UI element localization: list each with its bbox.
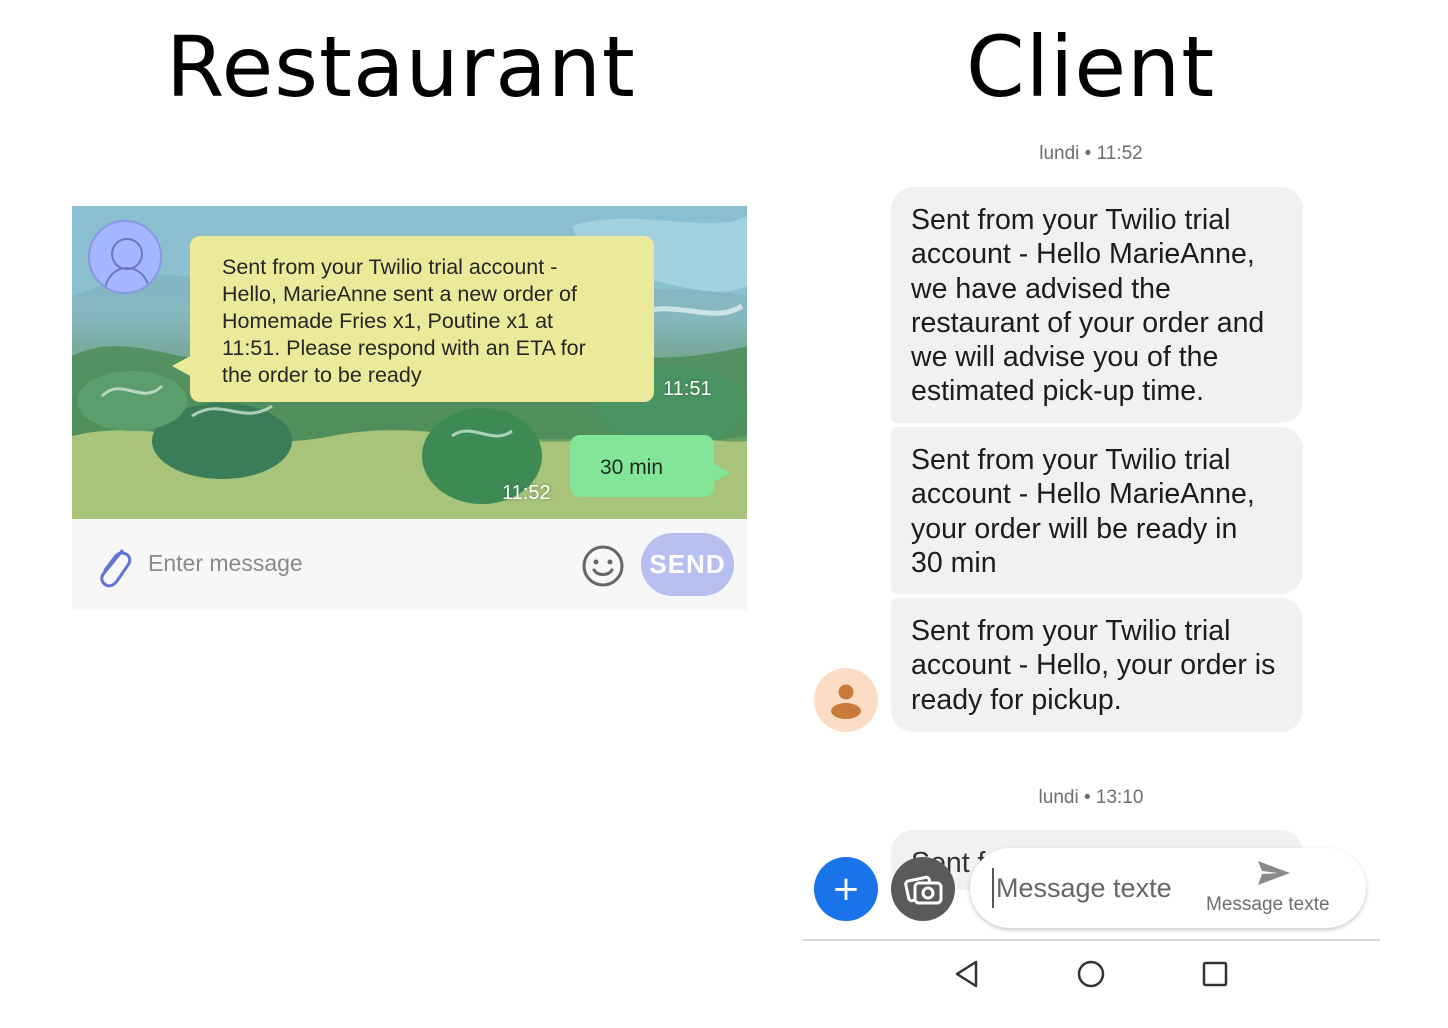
client-compose-bar: + Message texte	[802, 846, 1380, 938]
bubble-tail	[172, 354, 194, 378]
message-line: Sent from your Twilio trial	[911, 615, 1231, 647]
android-navigation-bar	[802, 939, 1380, 1009]
incoming-message-bubble[interactable]: Sent from your Twilio trial account - He…	[172, 236, 654, 402]
message-line: your order will be ready in	[911, 512, 1238, 545]
camera-gallery-button[interactable]	[891, 857, 955, 921]
outgoing-message-bubble[interactable]: 30 min	[570, 435, 730, 497]
date-separator: lundi • 13:10	[1038, 787, 1144, 808]
message-line: ready for pickup.	[911, 683, 1122, 716]
smiley-icon[interactable]	[580, 543, 626, 589]
message-line: we will advise you of the	[911, 341, 1219, 374]
restaurant-input-bar: SEND	[72, 519, 747, 610]
client-message-bubble[interactable]: Sent from your Twilio trial account - He…	[891, 427, 1303, 594]
back-triangle-icon[interactable]	[952, 959, 982, 989]
message-line: account - Hello, your order is	[911, 649, 1276, 682]
message-field-container: Message texte	[970, 848, 1366, 928]
message-text-input[interactable]	[992, 868, 1192, 908]
restaurant-chat-panel: Sent from your Twilio trial account - He…	[72, 206, 747, 610]
plus-icon: +	[831, 869, 861, 909]
restaurant-chat-area: Sent from your Twilio trial account - He…	[72, 206, 747, 519]
send-button[interactable]: SEND	[641, 533, 734, 596]
date-separator: lundi • 11:52	[1039, 143, 1143, 164]
message-line: Sent from your Twilio trial	[911, 444, 1231, 476]
message-input[interactable]	[148, 543, 568, 583]
message-line: we have advised the	[911, 272, 1171, 305]
incoming-message-time: 11:51	[663, 378, 712, 400]
client-message-bubble[interactable]: Sent from your Twilio trial account - He…	[891, 187, 1303, 423]
client-heading: Client	[966, 18, 1216, 116]
outgoing-message-time: 11:52	[502, 482, 551, 504]
camera-gallery-icon	[904, 875, 943, 905]
message-line: Hello, MarieAnne sent a new order of	[222, 282, 577, 306]
client-message-bubble[interactable]: Sent from your Twilio trial account - He…	[891, 598, 1303, 732]
add-attachment-button[interactable]: +	[814, 857, 878, 921]
message-line: Homemade Fries x1, Poutine x1 at	[222, 309, 554, 333]
send-caption: Message texte	[1206, 894, 1330, 915]
outgoing-message-text: 30 min	[600, 456, 664, 479]
message-line: account - Hello MarieAnne,	[911, 238, 1255, 271]
recent-square-icon[interactable]	[1200, 959, 1230, 989]
send-arrow-icon[interactable]	[1256, 858, 1292, 888]
message-line: Sent from your Twilio trial	[911, 204, 1231, 236]
contact-avatar[interactable]	[88, 220, 162, 294]
message-line: Sent from your Twilio trial account -	[222, 255, 558, 279]
paperclip-icon[interactable]	[94, 543, 134, 589]
message-line: the order to be ready	[222, 363, 422, 387]
message-line: estimated pick-up time.	[911, 375, 1205, 408]
message-line: 11:51. Please respond with an ETA for	[222, 336, 586, 360]
home-circle-icon[interactable]	[1076, 959, 1106, 989]
person-icon	[831, 684, 861, 719]
sender-avatar[interactable]	[814, 668, 878, 732]
message-line: 30 min	[911, 546, 997, 579]
message-line: restaurant of your order and	[911, 306, 1265, 339]
message-line: account - Hello MarieAnne,	[911, 478, 1255, 511]
restaurant-heading: Restaurant	[166, 18, 636, 116]
bubble-tail	[712, 463, 730, 483]
